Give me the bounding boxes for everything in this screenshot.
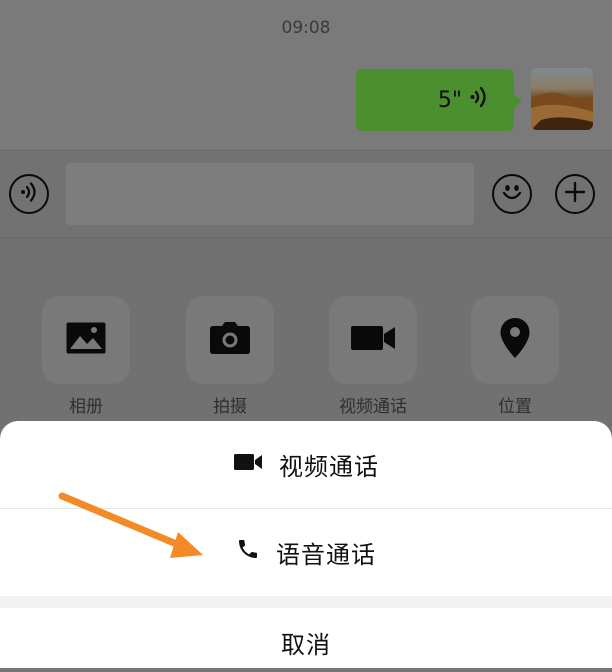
album-label: 相册: [69, 397, 103, 417]
voice-input-button[interactable]: [9, 174, 49, 214]
camera-label: 拍摄: [213, 397, 247, 417]
voice-message-bubble[interactable]: 5": [356, 69, 522, 131]
avatar[interactable]: [531, 68, 593, 130]
voice-wave-icon: [470, 85, 492, 115]
location-pin-icon: [499, 317, 531, 363]
camera-icon: [209, 321, 251, 359]
album-tile[interactable]: [42, 296, 130, 384]
video-call-option[interactable]: 视频通话: [0, 421, 612, 507]
image-icon: [65, 321, 107, 359]
video-camera-icon: [350, 324, 396, 356]
video-call-tile[interactable]: [329, 296, 417, 384]
emoji-button[interactable]: [492, 174, 532, 214]
sheet-separator: [0, 596, 612, 608]
call-action-sheet: 视频通话 语音通话 取消: [0, 421, 612, 668]
timestamp: 09:08: [281, 18, 331, 38]
plus-icon: [563, 180, 587, 208]
message-input[interactable]: [66, 163, 474, 225]
location-tile[interactable]: [471, 296, 559, 384]
voice-call-option[interactable]: 语音通话: [0, 509, 612, 595]
voice-call-option-label: 语音通话: [276, 540, 376, 569]
cancel-label: 取消: [281, 630, 331, 659]
phone-icon: [236, 537, 260, 567]
voice-duration: 5": [437, 87, 462, 113]
location-label: 位置: [498, 397, 532, 417]
more-button[interactable]: [555, 174, 595, 214]
camera-tile[interactable]: [186, 296, 274, 384]
voice-wave-icon: [18, 181, 40, 207]
video-camera-icon: [233, 450, 263, 478]
cancel-button[interactable]: 取消: [0, 608, 612, 672]
emoji-icon: [497, 177, 527, 211]
video-call-option-label: 视频通话: [279, 452, 379, 481]
video-call-label: 视频通话: [339, 397, 407, 417]
